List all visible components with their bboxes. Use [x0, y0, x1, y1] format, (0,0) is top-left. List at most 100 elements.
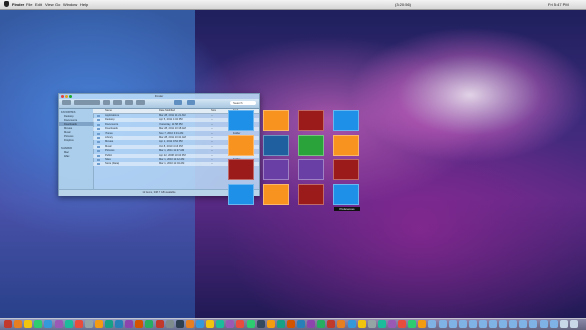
app-tile[interactable]: [263, 184, 289, 205]
dock-app-icon[interactable]: [408, 320, 417, 328]
zoom-button[interactable]: [69, 95, 72, 98]
dock-app-icon[interactable]: [24, 320, 33, 328]
app-tile[interactable]: [228, 184, 254, 205]
app-tile[interactable]: [263, 110, 289, 131]
dock-app-icon[interactable]: [54, 320, 63, 328]
app-tile[interactable]: [333, 135, 359, 156]
sidebar-item-mac[interactable]: Mac: [64, 151, 69, 154]
dock-app-icon[interactable]: [428, 320, 437, 328]
app-tile[interactable]: [298, 110, 324, 131]
column-date-modified[interactable]: Date Modified: [159, 109, 175, 113]
dock-app-icon[interactable]: [44, 320, 53, 328]
close-button[interactable]: [61, 95, 64, 98]
sidebar-item-dropbox[interactable]: Dropbox: [64, 139, 74, 142]
dock-app-icon[interactable]: [549, 320, 558, 328]
dock-app-icon[interactable]: [276, 320, 285, 328]
dock-app-icon[interactable]: [367, 320, 376, 328]
sidebar-item-desktop[interactable]: Desktop: [64, 115, 74, 118]
menu-help[interactable]: Help: [80, 0, 88, 9]
dock-app-icon[interactable]: [145, 320, 154, 328]
dock-app-icon[interactable]: [357, 320, 366, 328]
arrange-button[interactable]: [136, 100, 145, 105]
app-tile[interactable]: [298, 184, 324, 205]
apple-menu-icon[interactable]: [4, 1, 9, 7]
quick-look-button[interactable]: [103, 100, 110, 105]
sidebar-item-documents[interactable]: Documents: [64, 119, 77, 122]
dock-app-icon[interactable]: [448, 320, 457, 328]
dock-app-icon[interactable]: [185, 320, 194, 328]
dock-app-icon[interactable]: [125, 320, 134, 328]
dock-app-icon[interactable]: [388, 320, 396, 328]
dock-app-icon[interactable]: [105, 320, 114, 328]
dock-app-icon[interactable]: [307, 320, 316, 328]
documents-folder-icon[interactable]: [187, 100, 195, 105]
dock-app-icon[interactable]: [529, 320, 538, 328]
dock-app-icon[interactable]: [569, 320, 578, 328]
dock-app-icon[interactable]: [175, 320, 184, 328]
dock-app-icon[interactable]: [84, 320, 93, 328]
menu-file[interactable]: File: [26, 0, 32, 9]
menu-go[interactable]: Go: [55, 0, 60, 9]
minimize-button[interactable]: [65, 95, 68, 98]
dock-app-icon[interactable]: [64, 320, 73, 328]
app-tile[interactable]: [263, 135, 289, 156]
sidebar-item-pictures[interactable]: Pictures: [64, 135, 73, 138]
dock-app-icon[interactable]: [236, 320, 245, 328]
menu-edit[interactable]: Edit: [35, 0, 42, 9]
menubar-clock[interactable]: Fri 5:47 PM: [548, 0, 569, 9]
app-tile[interactable]: [298, 135, 324, 156]
dock-app-icon[interactable]: [539, 320, 548, 328]
dock-app-icon[interactable]: [94, 320, 103, 328]
dock-app-icon[interactable]: [468, 320, 477, 328]
dock-app-icon[interactable]: [256, 320, 265, 328]
sidebar-item-movies[interactable]: Movies: [64, 127, 72, 130]
dock-app-icon[interactable]: [135, 320, 144, 328]
app-tile[interactable]: [228, 159, 254, 180]
dock-app-icon[interactable]: [286, 320, 295, 328]
app-tile[interactable]: [263, 159, 289, 180]
dock-app-icon[interactable]: [165, 320, 174, 328]
menu-view[interactable]: View: [45, 0, 54, 9]
dock-app-icon[interactable]: [216, 320, 225, 328]
dock-app-icon[interactable]: [317, 320, 326, 328]
dock-app-icon[interactable]: [489, 320, 498, 328]
dock-app-icon[interactable]: [377, 320, 386, 328]
search-field[interactable]: Search: [230, 101, 256, 105]
dock-app-icon[interactable]: [519, 320, 528, 328]
app-tile[interactable]: [333, 159, 359, 180]
dock-app-icon[interactable]: [509, 320, 518, 328]
dock-app-icon[interactable]: [438, 320, 447, 328]
app-tile[interactable]: [333, 110, 359, 131]
dock-app-icon[interactable]: [246, 320, 255, 328]
dock-app-icon[interactable]: [34, 320, 43, 328]
dock-app-icon[interactable]: [155, 320, 164, 328]
sidebar-item-music[interactable]: Music: [64, 131, 71, 134]
dock-app-icon[interactable]: [337, 320, 346, 328]
share-button[interactable]: [125, 100, 133, 105]
dock-app-icon[interactable]: [74, 320, 83, 328]
app-tile[interactable]: [298, 159, 324, 180]
app-menu[interactable]: Finder: [12, 0, 24, 9]
dock-app-icon[interactable]: [559, 320, 568, 328]
dock-app-icon[interactable]: [478, 320, 487, 328]
dock-app-icon[interactable]: [226, 320, 235, 328]
dock-app-icon[interactable]: [347, 320, 356, 328]
action-button[interactable]: [113, 100, 122, 105]
dock-app-icon[interactable]: [418, 320, 427, 328]
menu-window[interactable]: Window: [63, 0, 77, 9]
dock-app-icon[interactable]: [458, 320, 467, 328]
dock-app-icon[interactable]: [266, 320, 275, 328]
dock-app-icon[interactable]: [4, 320, 12, 328]
column-name[interactable]: Name: [105, 109, 112, 113]
applications-folder-icon[interactable]: [174, 100, 182, 105]
dock-app-icon[interactable]: [297, 320, 306, 328]
dock-app-icon[interactable]: [206, 320, 215, 328]
dock-app-icon[interactable]: [499, 320, 508, 328]
dock-app-icon[interactable]: [115, 320, 124, 328]
app-tile[interactable]: [333, 184, 359, 205]
dock-app-icon[interactable]: [196, 320, 204, 328]
status-time[interactable]: (3:20:56): [395, 0, 411, 9]
dock-app-icon[interactable]: [327, 320, 336, 328]
sidebar-item-imac[interactable]: iMac: [64, 155, 69, 158]
sidebar-item-downloads[interactable]: Downloads: [64, 123, 77, 126]
